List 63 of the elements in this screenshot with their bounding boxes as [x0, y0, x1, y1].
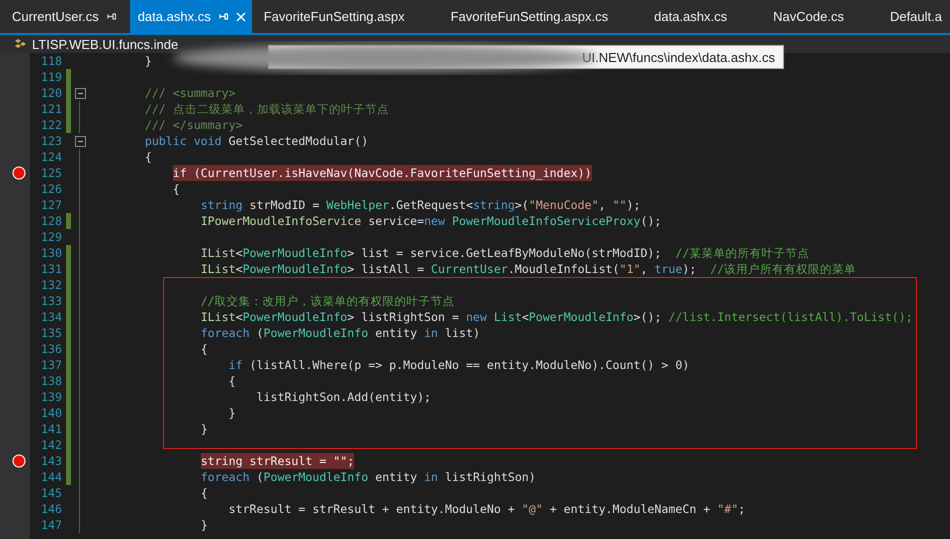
line-number: 134 [40, 309, 63, 325]
namespace-dropdown[interactable]: LTISP.WEB.UI.funcs.inde [14, 36, 178, 52]
code-line: foreach (PowerMoudleInfo entity in list) [200, 325, 480, 341]
code-line: //取交集：改用户，该菜单的有权限的叶子节点 [200, 293, 455, 309]
line-number: 124 [40, 149, 63, 165]
line-number: 130 [40, 245, 63, 261]
code-line: } [228, 405, 236, 421]
code-line: /// <summary> [144, 85, 236, 101]
pin-icon[interactable] [106, 12, 116, 21]
code-line: } [144, 53, 152, 69]
line-number: 133 [40, 293, 63, 309]
line-number: 128 [40, 213, 63, 229]
class-icon [14, 38, 27, 50]
code-line: if (listAll.Where(p => p.ModuleNo == entity.ModuleNo).Count() > 0) [228, 357, 690, 373]
code-line: { [200, 341, 208, 357]
line-number: 119 [40, 69, 63, 85]
line-number: 146 [40, 501, 63, 517]
code-line: IList<PowerMoudleInfo> list = service.GetLeafByModuleNo(strModID); //某菜单的所有叶子节点 [200, 245, 810, 261]
line-number: 129 [40, 229, 63, 245]
code-line: { [172, 181, 180, 197]
code-line: /// 点击二级菜单，加载该菜单下的叶子节点 [144, 101, 389, 117]
line-number: 127 [40, 197, 63, 213]
collapse-icon[interactable] [75, 88, 86, 98]
line-number: 126 [40, 181, 63, 197]
line-number: 121 [40, 101, 63, 117]
line-number: 140 [40, 405, 63, 421]
line-number: 118 [40, 53, 63, 69]
line-number: 147 [40, 517, 63, 533]
code-line: { [144, 149, 152, 165]
line-number: 139 [40, 389, 63, 405]
line-number: 132 [40, 277, 63, 293]
line-number: 125 [40, 165, 63, 181]
line-number: 141 [40, 421, 63, 437]
line-number: 145 [40, 485, 63, 501]
line-number: 144 [40, 469, 63, 485]
line-number: 136 [40, 341, 63, 357]
code-line: } [200, 517, 208, 533]
code-line: public void GetSelectedModular() [144, 133, 368, 149]
code-line: foreach (PowerMoudleInfo entity in listRightSon) [200, 469, 536, 485]
collapse-icon[interactable] [75, 136, 86, 146]
line-number: 137 [40, 357, 63, 373]
line-number: 131 [40, 261, 63, 277]
code-line: string strModID = WebHelper.GetRequest<string>("MenuCode", ""); [200, 197, 641, 213]
code-line: IPowerMoudleInfoService service=new PowerMoudleInfoServiceProxy(); [200, 213, 662, 229]
code-line: strResult = strResult + entity.ModuleNo + "@" + entity.ModuleNameCn + "#"; [228, 501, 746, 517]
code-line: { [200, 485, 208, 501]
line-number: 138 [40, 373, 63, 389]
code-line: } [200, 421, 208, 437]
breakpoint-icon[interactable] [12, 166, 26, 180]
line-number: 122 [40, 117, 63, 133]
line-number: 135 [40, 325, 63, 341]
code-line: IList<PowerMoudleInfo> listAll = CurrentUser.MoudleInfoList("1", true); //该用户所有有权限的菜单 [200, 261, 856, 277]
code-line: IList<PowerMoudleInfo> listRightSon = new List<PowerMoudleInfo>(); //list.Intersect(listAll).ToList(); [200, 309, 913, 325]
line-number: 143 [40, 453, 63, 469]
file-tab[interactable]: data.ashx.cs [130, 0, 252, 33]
line-number: 123 [40, 133, 63, 149]
line-number: 120 [40, 85, 63, 101]
code-line: listRightSon.Add(entity); [256, 389, 432, 405]
line-number: 142 [40, 437, 63, 453]
close-icon[interactable] [236, 12, 246, 22]
code-line: /// </summary> [144, 117, 243, 133]
code-line: { [228, 373, 236, 389]
breakpoint-icon[interactable] [12, 454, 26, 468]
